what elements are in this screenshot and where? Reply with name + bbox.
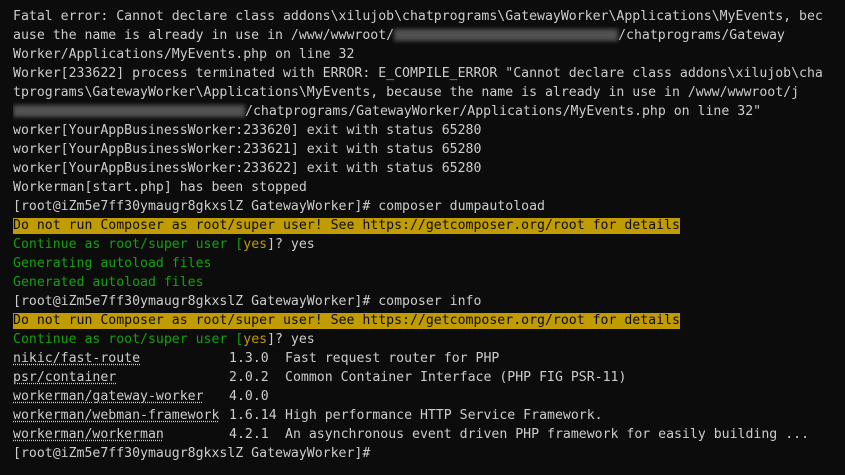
package-row: workerman/workerman 4.2.1 An asynchronous … [13, 425, 845, 444]
default-answer: yes [243, 332, 268, 347]
continue-prompt: Continue as root/super user [yes]? yes [13, 235, 845, 254]
output-line: Generating autoload files [13, 256, 212, 271]
package-version: 4.2.1 [229, 427, 269, 442]
package-name-link[interactable]: workerman/workerman [13, 425, 164, 444]
output-line: tprograms\GatewayWorker\Applications\MyE… [13, 85, 800, 100]
shell-prompt: [root@iZm5e7ff30ymaugr8gkxslZ GatewayWor… [13, 199, 545, 214]
package-description: High performance HTTP Service Framework. [285, 408, 603, 423]
warning-banner: Do not run Composer as root/super user! … [13, 218, 680, 234]
package-row: nikic/fast-route 1.3.0 Fast request router… [13, 349, 845, 368]
output-line: worker[YourAppBusinessWorker:233621] exi… [13, 142, 482, 157]
warning-line: Do not run Composer as root/super user! … [13, 216, 845, 235]
redacted-path [394, 29, 619, 41]
output-text: ause the name is already in use in /www/… [13, 28, 395, 43]
output-line: Workerman[start.php] has been stopped [13, 180, 307, 195]
output-line: Worker/Applications/MyEvents.php on line… [13, 47, 355, 62]
package-version: 4.0.0 [229, 389, 269, 404]
package-version: 1.3.0 [229, 351, 269, 366]
package-version: 1.6.14 [229, 408, 277, 423]
package-row: workerman/gateway-worker 4.0.0 [13, 387, 845, 406]
warning-banner: Do not run Composer as root/super user! … [13, 313, 680, 329]
output-text: /chatprograms/GatewayWorker/Applications… [245, 104, 762, 119]
redacted-path [13, 105, 245, 117]
package-description: An asynchronous event driven PHP framewo… [285, 427, 810, 442]
terminal-output[interactable]: Fatal error: Cannot declare class addons… [0, 0, 845, 475]
output-line: Generated autoload files [13, 275, 204, 290]
continue-answer: ]? yes [267, 332, 315, 347]
package-name-link[interactable]: workerman/webman-framework [13, 406, 219, 425]
package-description: Fast request router for PHP [285, 351, 500, 366]
output-line: ause the name is already in use in /www/… [13, 26, 845, 45]
package-row: workerman/webman-framework 1.6.14 High per… [13, 406, 845, 425]
continue-prompt: Continue as root/super user [yes]? yes [13, 330, 845, 349]
package-version: 2.0.2 [229, 370, 269, 385]
package-name-link[interactable]: workerman/gateway-worker [13, 387, 204, 406]
output-line: /chatprograms/GatewayWorker/Applications… [13, 102, 845, 121]
output-line: Fatal error: Cannot declare class addons… [13, 9, 823, 24]
package-description: Common Container Interface (PHP FIG PSR-… [285, 370, 627, 385]
shell-prompt: [root@iZm5e7ff30ymaugr8gkxslZ GatewayWor… [13, 294, 482, 309]
package-name-link[interactable]: psr/container [13, 368, 116, 387]
continue-text: Continue as root/super user [ [13, 237, 244, 252]
output-text: /chatprograms/Gateway [618, 28, 785, 43]
output-line: worker[YourAppBusinessWorker:233620] exi… [13, 123, 482, 138]
warning-line: Do not run Composer as root/super user! … [13, 311, 845, 330]
shell-prompt[interactable]: [root@iZm5e7ff30ymaugr8gkxslZ GatewayWor… [13, 444, 845, 463]
output-line: worker[YourAppBusinessWorker:233622] exi… [13, 161, 482, 176]
default-answer: yes [243, 237, 268, 252]
package-row: psr/container 2.0.2 Common Container Inter… [13, 368, 845, 387]
continue-text: Continue as root/super user [ [13, 332, 244, 347]
continue-answer: ]? yes [267, 237, 315, 252]
output-line: Worker[233622] process terminated with E… [13, 66, 823, 81]
package-name-link[interactable]: nikic/fast-route [13, 349, 140, 368]
